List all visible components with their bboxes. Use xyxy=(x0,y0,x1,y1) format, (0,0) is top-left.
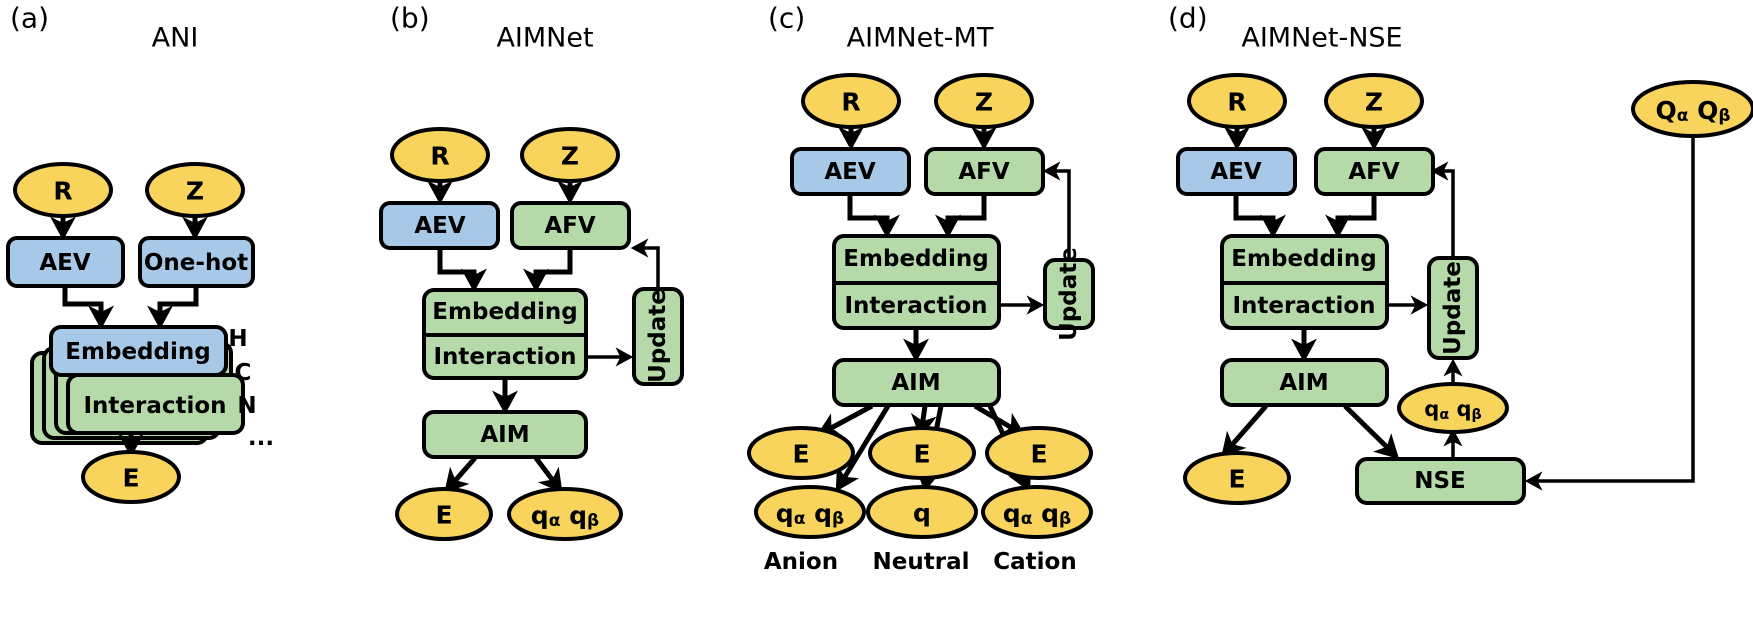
edge-update-to-afv xyxy=(1430,161,1455,256)
node-input-r-label: R xyxy=(430,142,449,171)
edge-aim-to-nse xyxy=(1343,404,1400,460)
panel-a-tag: (a) xyxy=(10,2,49,35)
figure-canvas: (a) ANI R Z AEV One-hot Embedding Intera… xyxy=(0,0,1753,635)
node-interaction-label: Interaction xyxy=(844,293,987,319)
edge-aev-to-embedding xyxy=(437,249,487,293)
node-output-e-label: E xyxy=(435,501,452,530)
architecture-diagram: (a) ANI R Z AEV One-hot Embedding Intera… xyxy=(6,2,1753,575)
branch-caption-cation: Cation xyxy=(993,549,1076,575)
node-energy-cation-label: E xyxy=(1030,440,1047,469)
edge-afv-to-embedding xyxy=(935,195,987,239)
node-input-r-label: R xyxy=(841,88,860,117)
node-energy-anion-label: E xyxy=(792,440,809,469)
edge-afv-to-embedding xyxy=(1325,195,1377,239)
node-input-r-label: R xyxy=(1227,88,1246,117)
node-input-z-label: Z xyxy=(186,177,204,206)
edge-aev-to-embedding xyxy=(847,195,900,239)
node-aev-label: AEV xyxy=(824,159,876,185)
edge-onehot-to-embedding xyxy=(147,287,199,330)
node-output-e-label: E xyxy=(1228,465,1245,494)
node-embedding-label: Embedding xyxy=(432,299,577,325)
node-aev-label: AEV xyxy=(39,250,91,276)
node-interaction-label: Interaction xyxy=(1232,293,1375,319)
panel-c-title: AIMNet-MT xyxy=(847,23,994,54)
edge-aim-to-e xyxy=(444,456,477,494)
panel-a: (a) ANI R Z AEV One-hot Embedding Intera… xyxy=(6,2,274,504)
node-embedding-label: Embedding xyxy=(1231,246,1376,272)
branch-caption-neutral: Neutral xyxy=(873,549,970,575)
edge-aim-to-e xyxy=(1221,404,1268,458)
node-aim-label: AIM xyxy=(480,422,529,448)
node-input-z-label: Z xyxy=(561,142,579,171)
node-afv-label: AFV xyxy=(958,159,1010,185)
panel-b: (b) AIMNet R Z AEV AFV Embedding Interac… xyxy=(379,2,684,541)
edge-update-to-afv xyxy=(630,238,660,287)
panel-c: (c) AIMNet-MT R Z AEV AFV Embedding Inte… xyxy=(747,2,1095,575)
node-update-label: Update xyxy=(1440,261,1466,355)
panel-d-tag: (d) xyxy=(1168,2,1208,35)
node-embedding-label: Embedding xyxy=(843,246,988,272)
branch-caption-anion: Anion xyxy=(764,549,838,575)
edge-update-to-afv xyxy=(1042,161,1071,258)
node-interaction-label: Interaction xyxy=(433,344,576,370)
node-output-e-label: E xyxy=(122,464,139,493)
edge-aev-to-embedding xyxy=(1233,195,1286,239)
node-onehot-label: One-hot xyxy=(144,250,248,276)
node-charge-neutral-label: q xyxy=(913,499,931,528)
stack-label-h: H xyxy=(228,326,247,352)
panel-c-tag: (c) xyxy=(768,2,805,35)
node-afv-label: AFV xyxy=(544,213,596,239)
node-afv-label: AFV xyxy=(1348,159,1400,185)
panel-b-title: AIMNet xyxy=(496,23,593,54)
panel-a-title: ANI xyxy=(152,23,199,54)
node-embedding-label: Embedding xyxy=(65,339,210,365)
stack-label-ellipsis: ... xyxy=(248,425,274,451)
node-energy-neutral-label: E xyxy=(913,440,930,469)
node-input-r-label: R xyxy=(53,177,72,206)
panel-d-title: AIMNet-NSE xyxy=(1241,23,1402,54)
node-update-label: Update xyxy=(645,289,671,383)
node-interaction-label: Interaction xyxy=(83,393,226,419)
node-nse-label: NSE xyxy=(1414,468,1466,494)
edge-aev-to-embedding xyxy=(62,287,114,330)
node-aim-label: AIM xyxy=(1279,370,1328,396)
panel-b-tag: (b) xyxy=(390,2,430,35)
node-aim-label: AIM xyxy=(891,370,940,396)
stack-label-n: N xyxy=(237,393,256,419)
stack-label-c: C xyxy=(235,360,252,386)
edge-afv-to-embedding xyxy=(523,249,573,293)
node-input-z-label: Z xyxy=(1365,88,1383,117)
node-aev-label: AEV xyxy=(414,213,466,239)
panel-d: (d) AIMNet-NSE R Z Qα Qβ AEV AFV Embeddi… xyxy=(1168,2,1753,505)
edge-aim-to-q xyxy=(534,456,563,494)
node-aev-label: AEV xyxy=(1210,159,1262,185)
edge-total-charges-to-nse xyxy=(1524,137,1695,491)
node-update-label: Update xyxy=(1056,247,1082,341)
node-input-z-label: Z xyxy=(975,88,993,117)
